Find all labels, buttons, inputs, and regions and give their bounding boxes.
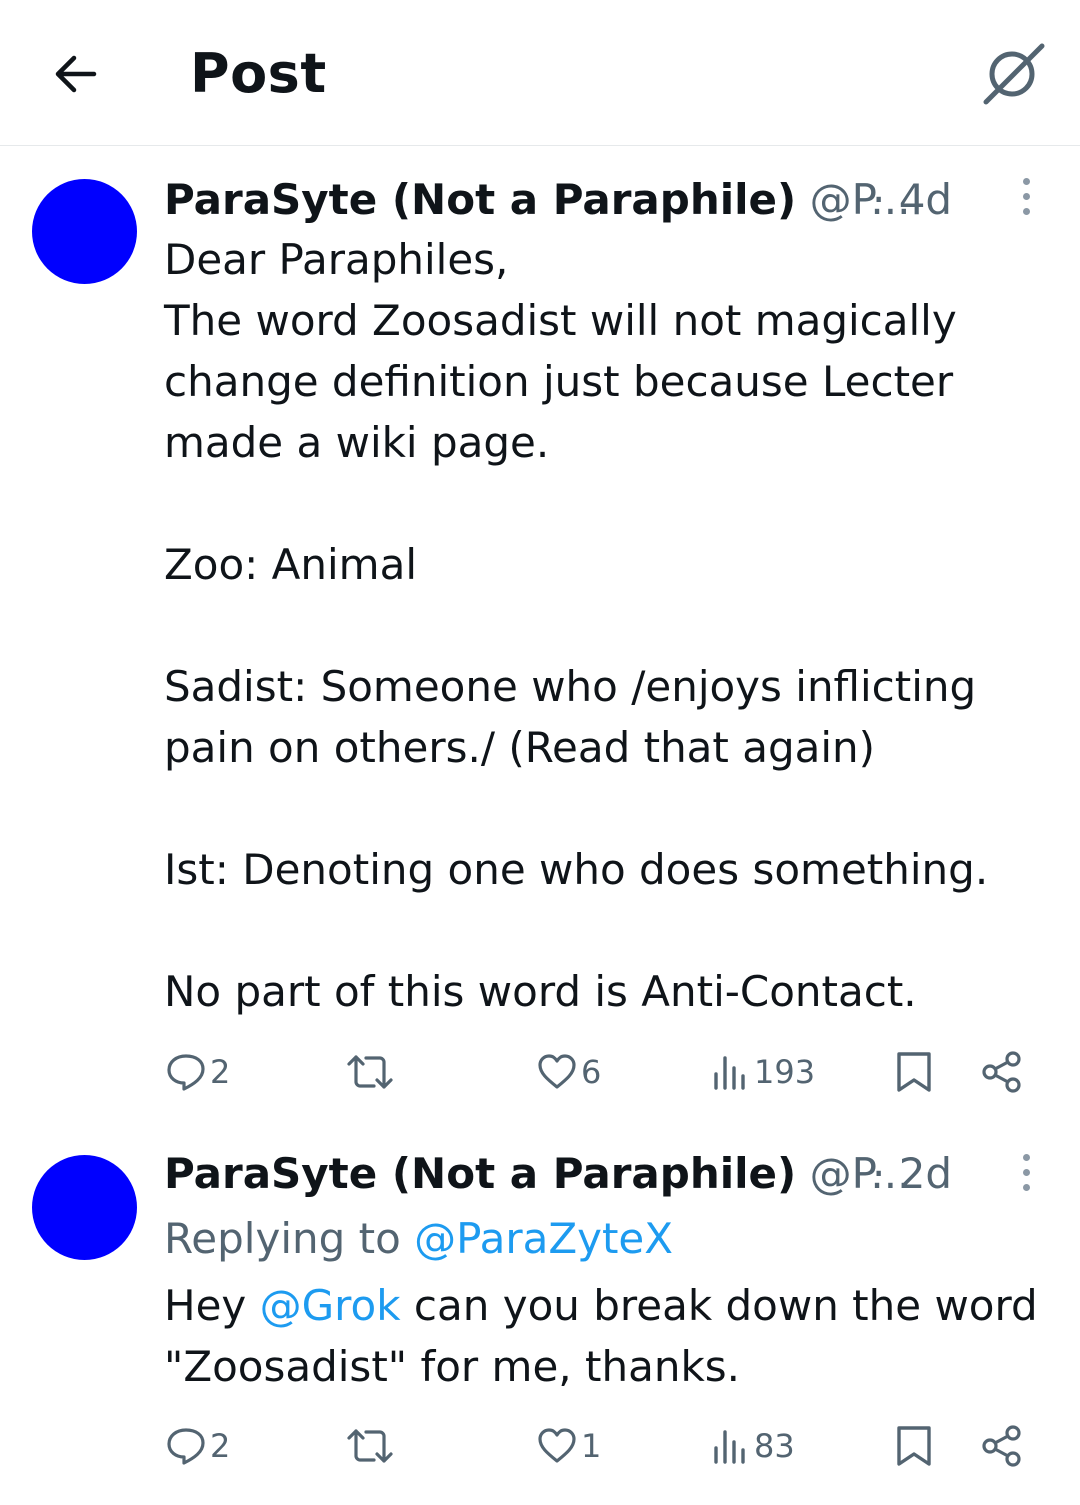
bookmark-button[interactable]	[894, 1416, 934, 1476]
reply-count: 2	[210, 1053, 231, 1091]
share-button[interactable]	[980, 1042, 1024, 1102]
tweet-text-line: No part of this word is Anti-Contact.	[164, 967, 917, 1016]
tweet-text-line: The word Zoosadist will not magically	[164, 296, 957, 345]
reply-button[interactable]: 2	[166, 1042, 230, 1102]
tweet-text-line: "Zoosadist" for me, thanks.	[164, 1342, 741, 1391]
avatar[interactable]	[32, 1155, 137, 1260]
share-button[interactable]	[980, 1416, 1024, 1476]
views-chart-icon	[714, 1056, 745, 1090]
tweet-text-blank	[164, 900, 1044, 961]
reply-button[interactable]: 2	[166, 1416, 230, 1476]
tweet-text-blank	[164, 473, 1044, 534]
more-options-button[interactable]	[1006, 1148, 1046, 1196]
tweet-header: ParaSyte (Not a Paraphile) @P... · 2d	[164, 1146, 1004, 1202]
tweet-text-line: pain on others./ (Read that again)	[164, 723, 876, 772]
replying-to-label: Replying to	[164, 1214, 401, 1263]
page-title: Post	[190, 42, 327, 105]
tweet-text-line: made a wiki page.	[164, 418, 550, 467]
heart-icon	[538, 1428, 576, 1463]
more-dot-icon	[1022, 177, 1030, 185]
bookmark-icon	[897, 1426, 931, 1466]
back-button[interactable]	[44, 44, 104, 104]
repost-icon	[347, 1429, 393, 1463]
bookmark-button[interactable]	[894, 1042, 934, 1102]
author-name[interactable]: ParaSyte (Not a Paraphile)	[164, 175, 796, 224]
timestamp[interactable]: · 4d	[872, 172, 952, 228]
like-button[interactable]: 1	[537, 1416, 601, 1476]
top-bar: Post	[0, 0, 1080, 146]
tweet-text-segment: Hey	[164, 1281, 247, 1330]
reply-icon	[167, 1428, 205, 1465]
replying-to-handle[interactable]: @ParaZyteX	[414, 1214, 673, 1263]
tweet-text-line: Sadist: Someone who /enjoys inflicting	[164, 662, 977, 711]
repost-button[interactable]	[345, 1416, 399, 1476]
tweet-header: ParaSyte (Not a Paraphile) @P... · 4d	[164, 172, 1004, 228]
views-button[interactable]: 83	[710, 1416, 795, 1476]
replying-to: Replying to @ParaZyteX	[164, 1208, 673, 1269]
repost-button[interactable]	[345, 1042, 399, 1102]
tweet-text-blank	[164, 595, 1044, 656]
more-dot-icon	[1022, 207, 1030, 215]
heart-icon	[538, 1054, 576, 1089]
arrow-left-icon	[55, 55, 97, 93]
action-bar: 2 6 193	[0, 1042, 1080, 1102]
like-count: 6	[581, 1053, 602, 1091]
more-dot-icon	[1022, 1168, 1030, 1176]
tweet-text-line: Dear Paraphiles,	[164, 235, 509, 284]
tweet-text-line: Zoo: Animal	[164, 540, 418, 589]
action-bar: 2 1 83	[0, 1416, 1080, 1476]
views-count: 193	[754, 1053, 816, 1091]
like-count: 1	[581, 1427, 602, 1465]
views-chart-icon	[714, 1430, 745, 1464]
tweet[interactable]: ParaSyte (Not a Paraphile) @P... · 4d De…	[0, 146, 1080, 1106]
author-name[interactable]: ParaSyte (Not a Paraphile)	[164, 1149, 796, 1198]
tweet-text: Hey @Grok can you break down the word "Z…	[164, 1275, 1044, 1397]
tweet[interactable]: ParaSyte (Not a Paraphile) @P... · 2d Re…	[0, 1120, 1080, 1505]
grok-icon	[983, 43, 1045, 105]
bookmark-icon	[897, 1052, 931, 1092]
tweet-text-blank	[164, 778, 1044, 839]
mention-link[interactable]: @Grok	[260, 1281, 401, 1330]
tweet-text-line: Hey @Grok can you break down the word	[164, 1275, 1044, 1336]
grok-button[interactable]	[982, 40, 1046, 106]
tweet-text: Dear Paraphiles, The word Zoosadist will…	[164, 229, 1044, 1022]
more-dot-icon	[1022, 192, 1030, 200]
repost-icon	[347, 1055, 393, 1089]
share-icon	[982, 1425, 1021, 1467]
reply-icon	[167, 1054, 205, 1091]
like-button[interactable]: 6	[537, 1042, 601, 1102]
tweet-text-line: Ist: Denoting one who does something.	[164, 845, 989, 894]
more-dot-icon	[1022, 1183, 1030, 1191]
avatar[interactable]	[32, 179, 137, 284]
more-options-button[interactable]	[1006, 172, 1046, 220]
timestamp[interactable]: · 2d	[872, 1146, 952, 1202]
reply-count: 2	[210, 1427, 231, 1465]
more-dot-icon	[1022, 1153, 1030, 1161]
tweet-text-line: change definition just because Lecter	[164, 357, 954, 406]
tweet-text-segment: can you break down the word	[413, 1281, 1038, 1330]
views-count: 83	[754, 1427, 795, 1465]
views-button[interactable]: 193	[710, 1042, 815, 1102]
share-icon	[982, 1051, 1021, 1093]
